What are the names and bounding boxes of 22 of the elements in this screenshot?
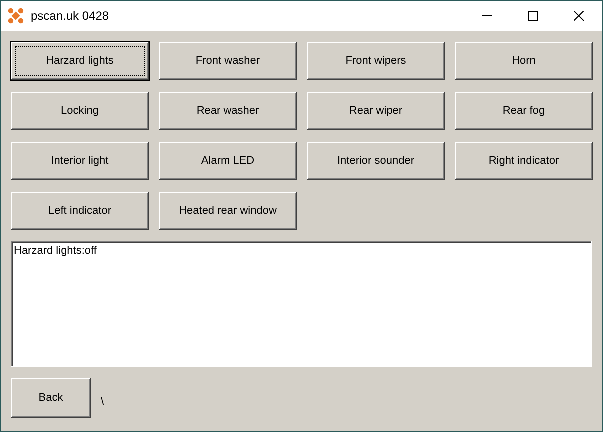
function-button[interactable]: Locking — [11, 92, 149, 130]
function-button[interactable]: Rear wiper — [307, 92, 445, 130]
function-button[interactable]: Rear washer — [159, 92, 297, 130]
function-button[interactable]: Interior light — [11, 142, 149, 180]
window-title: pscan.uk 0428 — [31, 9, 110, 23]
back-button[interactable]: Back — [11, 378, 91, 418]
function-button[interactable]: Horn — [455, 42, 593, 80]
function-button[interactable]: Rear fog — [455, 92, 593, 130]
output-text-area[interactable]: Harzard lights:off — [11, 241, 592, 367]
function-button[interactable]: Interior sounder — [307, 142, 445, 180]
function-button[interactable]: Heated rear window — [159, 192, 297, 230]
app-logo-icon — [8, 8, 24, 24]
function-button[interactable]: Right indicator — [455, 142, 593, 180]
log-text: Harzard lights:off — [14, 245, 97, 257]
function-button[interactable]: Harzard lights — [11, 42, 149, 80]
maximize-icon[interactable] — [528, 11, 538, 21]
function-button[interactable]: Front washer — [159, 42, 297, 80]
function-button[interactable]: Left indicator — [11, 192, 149, 230]
close-icon[interactable] — [574, 11, 584, 21]
status-text: \ — [101, 396, 104, 408]
function-button[interactable]: Alarm LED — [159, 142, 297, 180]
function-button[interactable]: Front wipers — [307, 42, 445, 80]
